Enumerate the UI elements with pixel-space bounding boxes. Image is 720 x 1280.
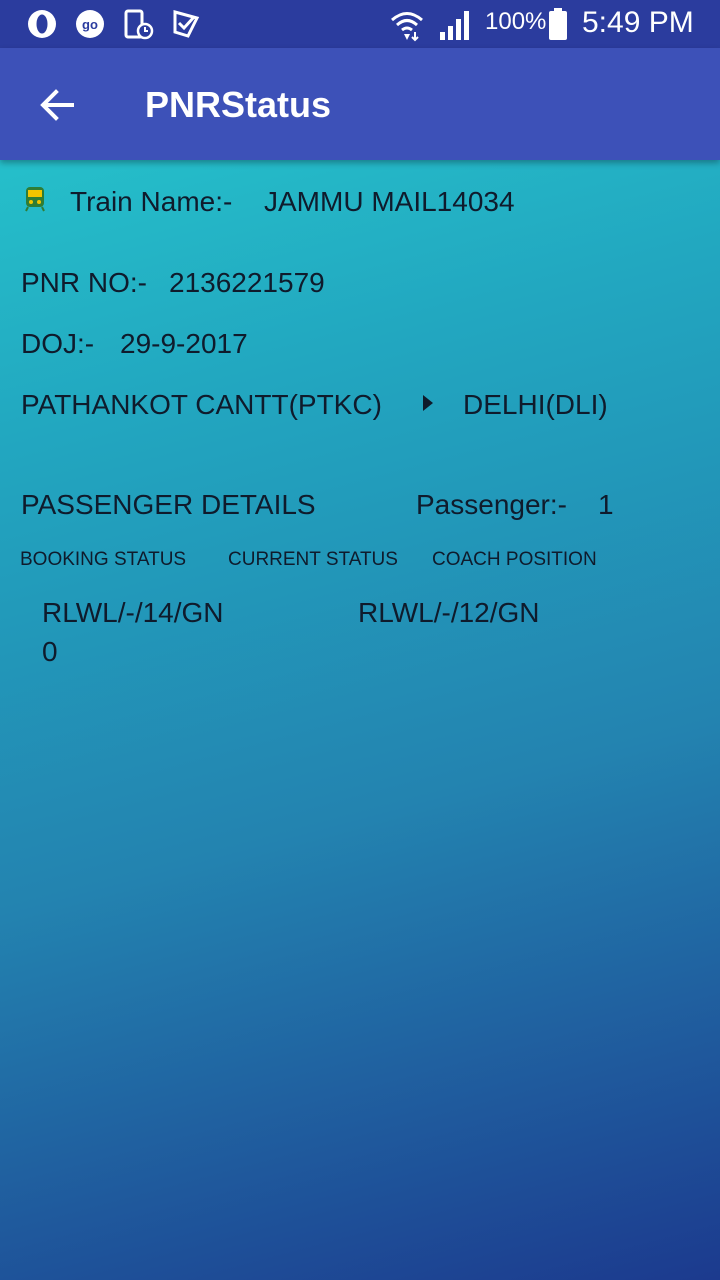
route-from: PATHANKOT CANTT(PTKC) [21, 389, 382, 420]
play-arrow-icon [423, 395, 433, 411]
battery-percent: 100% [485, 8, 547, 35]
booking-status-value: RLWL/-/14/GN [42, 597, 224, 628]
passenger-count-value: 1 [598, 489, 614, 520]
pnr-value: 2136221579 [169, 267, 325, 298]
wifi-icon [391, 12, 423, 42]
signal-icon [440, 11, 469, 40]
goibibo-icon: go [76, 10, 104, 38]
column-header-booking-status: BOOKING STATUS [20, 549, 187, 570]
pnr-label: PNR NO:- [21, 267, 147, 298]
current-status-value: RLWL/-/12/GN [358, 597, 540, 628]
checkmark-app-icon [173, 10, 200, 38]
back-arrow-icon[interactable] [28, 76, 84, 132]
passenger-details-heading: PASSENGER DETAILS [21, 489, 316, 520]
route-to: DELHI(DLI) [463, 389, 608, 420]
column-header-coach-position: COACH POSITION [432, 549, 597, 570]
train-name-label: Train Name:- [70, 186, 233, 217]
status-bar: go 100% 5:49 PM [0, 0, 720, 48]
column-header-current-status: CURRENT STATUS [228, 549, 398, 570]
opera-icon [28, 10, 56, 38]
booking-status-value-wrap: 0 [42, 636, 58, 667]
train-name-value: JAMMU MAIL14034 [264, 186, 515, 217]
screen: go 100% 5:49 PM PNRStatus Train Name:- J… [0, 0, 720, 1280]
phone-clock-icon [124, 9, 154, 40]
doj-label: DOJ:- [21, 328, 95, 359]
clock: 5:49 PM [582, 6, 694, 39]
svg-text:go: go [82, 17, 98, 32]
page-title: PNRStatus [145, 84, 332, 125]
doj-value: 29-9-2017 [120, 328, 248, 359]
app-bar: PNRStatus [0, 48, 720, 160]
battery-icon [549, 8, 567, 40]
train-icon [25, 187, 45, 212]
passenger-count-label: Passenger:- [416, 489, 567, 520]
